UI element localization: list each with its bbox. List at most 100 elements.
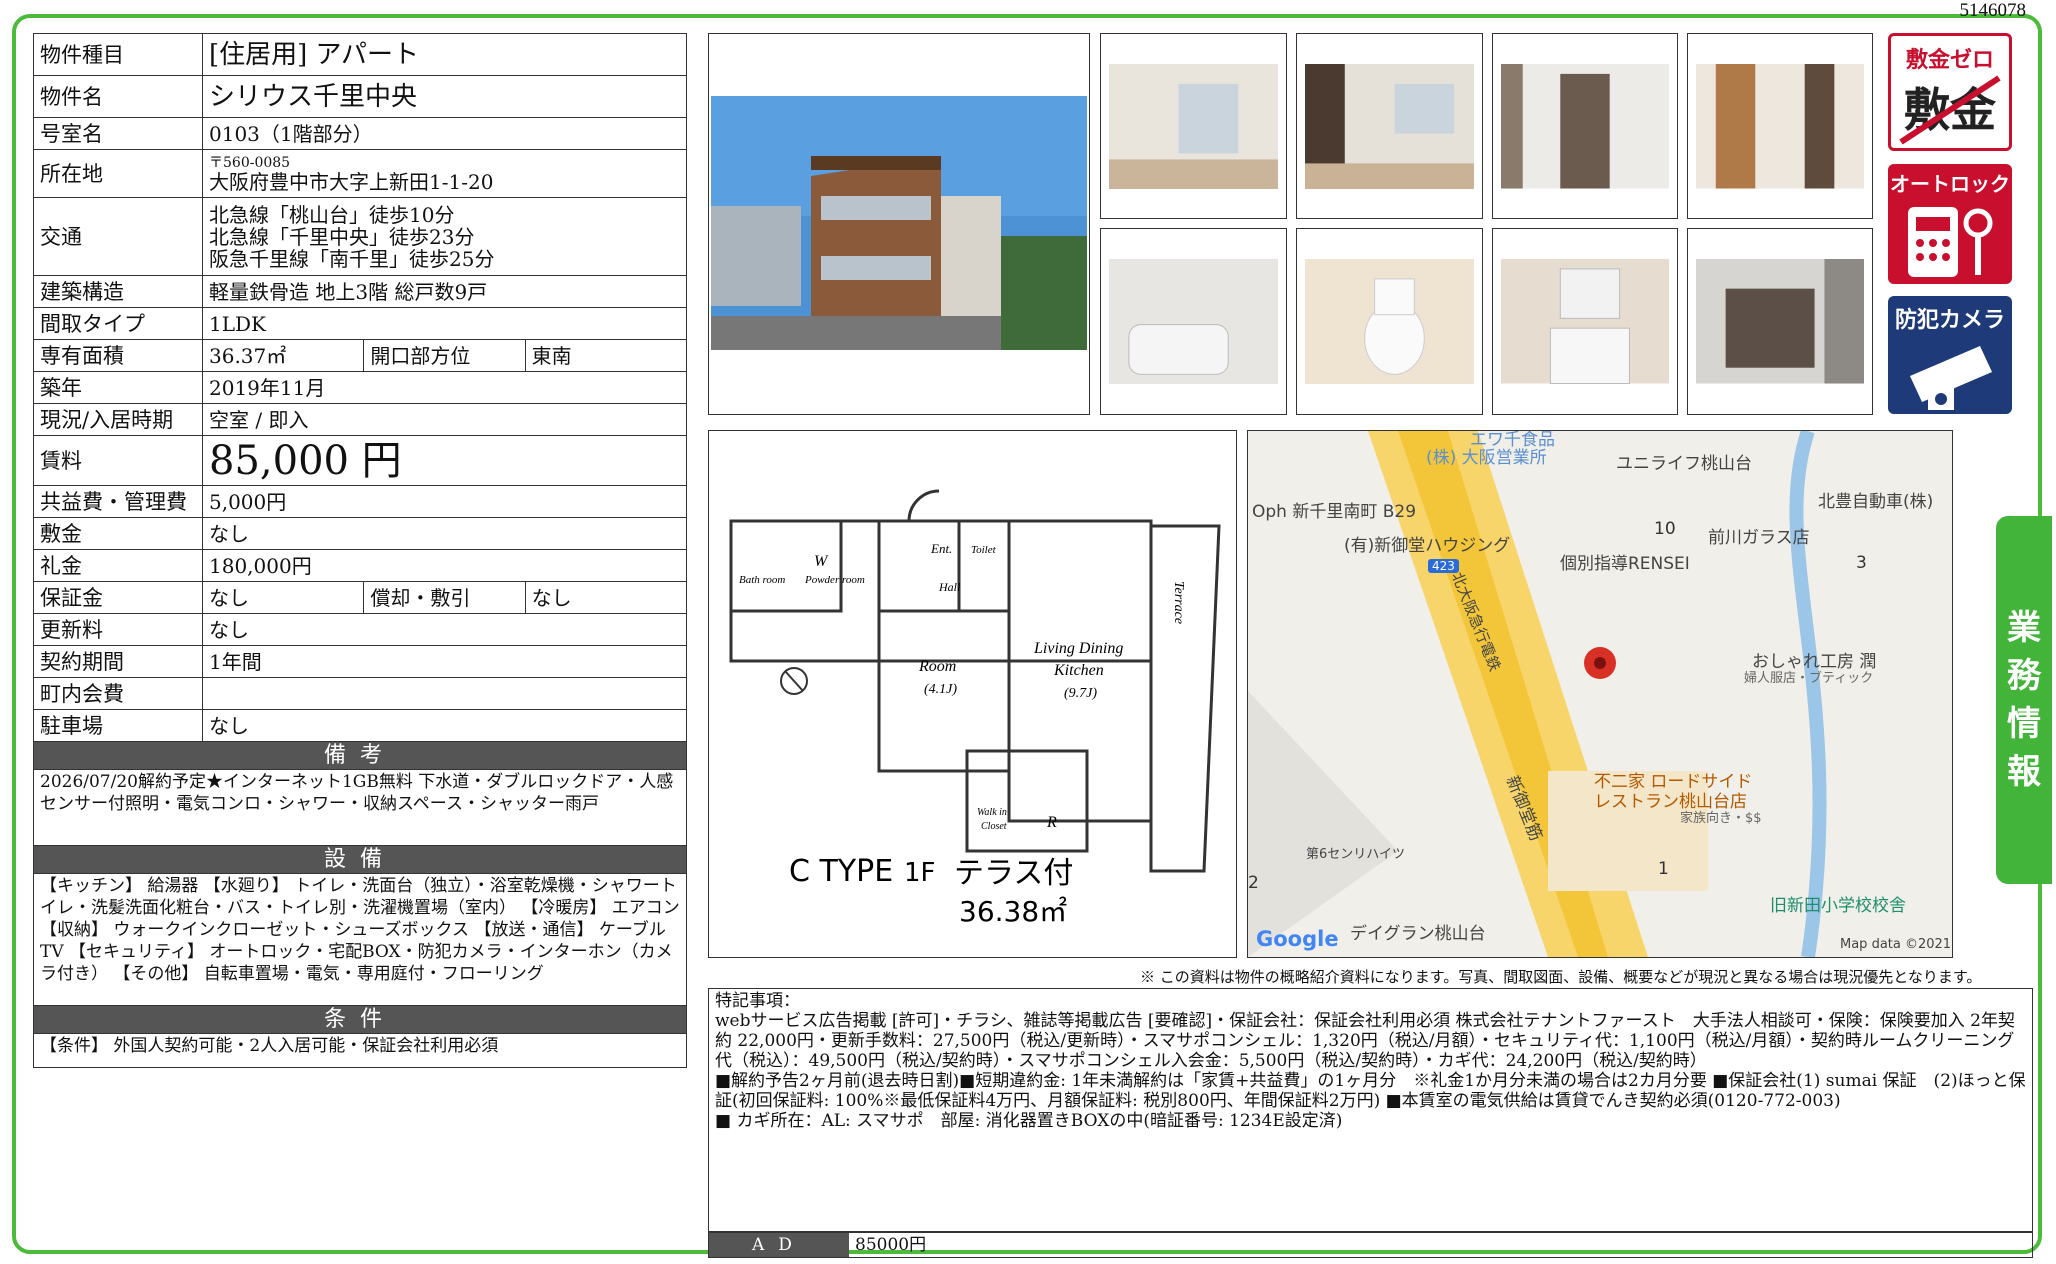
map-label-q: デイグラン桃山台 (1350, 924, 1486, 944)
map-credit: Map data ©2021 (1840, 937, 1952, 952)
map-label-f: (有)新御堂ハウジング (1344, 536, 1511, 556)
fp-r: R (1046, 814, 1057, 831)
side-tab-char-2: 務 (2007, 656, 2041, 696)
photo-entrance (1687, 33, 1873, 219)
label-parking: 駐車場 (33, 709, 203, 742)
camera-icon (1910, 346, 1992, 410)
badge-deposit-zero: 敷金ゼロ 敷金 (1888, 33, 2012, 151)
label-name: 物件名 (33, 75, 203, 118)
business-info-tab[interactable]: 業 務 情 報 (1996, 516, 2052, 884)
label-renewal: 更新料 (33, 613, 203, 646)
fp-ldk-2: Kitchen (1053, 662, 1104, 679)
map-num-2: 2 (1248, 873, 1259, 893)
floor-plan: Bath room Powder room W Ent. Toilet Hall… (708, 430, 1237, 958)
bathroom-image (1109, 259, 1278, 385)
map-label-e: 北豊自動車(株) (1818, 492, 1934, 512)
value-fee: 5,000円 (202, 485, 687, 518)
value-name: シリウス千里中央 (202, 75, 687, 118)
ad-value: 85000円 (855, 1235, 927, 1255)
value-address: 〒560-0085 大阪府豊中市大字上新田1-1-20 (202, 149, 687, 198)
label-rent: 賃料 (33, 435, 203, 486)
label-guarantee: 保証金 (33, 581, 203, 614)
badge-zero-top: 敷金ゼロ (1905, 48, 1994, 73)
value-term: 1年間 (202, 645, 687, 678)
badge-autolock-label: オートロック (1890, 172, 2010, 196)
value-room: 0103（1階部分） (202, 117, 687, 150)
entrance-image (1696, 64, 1864, 189)
map-label-o: 家族向き・$$ (1680, 811, 1762, 826)
room-image-2 (1305, 64, 1474, 190)
map-google-logo: Google (1256, 927, 1339, 951)
fp-floor: 1F (904, 858, 936, 888)
map-label-c: ユニライフ桃山台 (1616, 454, 1752, 474)
value-area: 36.37㎡ (201, 339, 365, 372)
label-layout: 間取タイプ (33, 307, 203, 340)
label-built: 築年 (33, 371, 203, 404)
room-image-1 (1109, 64, 1278, 190)
fp-w: W (814, 553, 829, 570)
remarks-header: 備考 (33, 741, 687, 770)
map-label-r: 旧新田小学校校舎 (1770, 896, 1906, 916)
address-text: 大阪府豊中市大字上新田1-1-20 (209, 169, 494, 194)
label-address: 所在地 (33, 149, 203, 198)
property-spec-table: 物件種目 [住居用] アパート 物件名 シリウス千里中央 号室名 0103（1階… (33, 33, 688, 1068)
map-route-badge: 423 (1428, 559, 1459, 573)
fp-area: 36.38㎡ (959, 895, 1067, 928)
badge-autolock: オートロック (1888, 164, 2012, 284)
label-type: 物件種目 (33, 33, 203, 76)
badge-security-camera: 防犯カメラ (1888, 296, 2012, 414)
value-key-money: 180,000円 (202, 549, 687, 582)
label-deposit: 敷金 (33, 517, 203, 550)
fp-toilet: Toilet (971, 544, 997, 556)
map-label-d: Oph 新千里南町 B29 (1252, 502, 1417, 522)
map-num-10: 10 (1654, 519, 1676, 539)
value-status: 空室 / 即入 (202, 403, 687, 436)
map-label-p: 第6センリハイツ (1306, 847, 1406, 862)
fp-closet-2: Closet (981, 821, 1007, 832)
photo-exterior (708, 33, 1090, 415)
value-built: 2019年11月 (202, 371, 687, 404)
fp-terrace-vertical: Terrace (1171, 581, 1186, 624)
washroom-image (1501, 259, 1669, 384)
fp-closet-1: Walk in (977, 807, 1007, 818)
value-access: 北急線「桃山台」徒歩10分 北急線「千里中央」徒歩23分 阪急千里線「南千里」徒… (202, 197, 687, 276)
exterior-image (711, 96, 1087, 350)
label-amortization: 償却・敷引 (363, 581, 526, 614)
value-layout: 1LDK (202, 307, 687, 340)
fp-powder: Powder room (804, 574, 865, 586)
label-fee: 共益費・管理費 (33, 485, 203, 518)
lock-icon (1908, 207, 1993, 277)
floor-plan-drawing: Bath room Powder room W Ent. Toilet Hall… (729, 489, 1221, 928)
label-key-money: 礼金 (33, 549, 203, 582)
toilet-image (1305, 259, 1474, 385)
fp-bath: Bath room (739, 574, 785, 586)
map-label-b: (株) 大阪営業所 (1426, 448, 1547, 468)
photo-room-1 (1100, 33, 1287, 219)
terrace-image (1696, 259, 1864, 384)
special-notes-line-3: ■ カギ所在：AL: スマサポ 部屋: 消化器置きBOXの中(暗証番号: 123… (715, 1111, 1343, 1131)
photo-bathroom (1100, 228, 1287, 415)
label-structure: 建築構造 (33, 275, 203, 308)
value-amortization: なし (524, 581, 688, 614)
fp-room: Room (918, 658, 956, 675)
label-direction: 開口部方位 (363, 339, 526, 372)
value-structure: 軽量鉄骨造 地上3階 総戸数9戸 (202, 275, 687, 308)
ad-row: AD 85000円 (708, 1232, 2033, 1258)
conditions-header: 条件 (33, 1005, 687, 1034)
fp-type-label: C TYPE (789, 854, 893, 889)
fp-terrace-label: テラス付 (954, 856, 1073, 891)
special-notes-title: 特記事項： (715, 991, 800, 1011)
value-guarantee: なし (201, 581, 365, 614)
map-label-g: 前川ガラス店 (1708, 528, 1810, 548)
special-notes: 特記事項： webサービス広告掲載 [許可]・チラシ、雑誌等掲載広告 [要確認]… (708, 988, 2033, 1232)
location-map[interactable]: エワ千食品 (株) 大阪営業所 ユニライフ桃山台 Oph 新千里南町 B29 北… (1247, 430, 1953, 958)
label-area: 専有面積 (33, 339, 203, 372)
remarks-text: 2026/07/20解約予定★インターネット1GB無料 下水道・ダブルロックドア… (33, 769, 687, 846)
map-num-3: 3 (1856, 553, 1867, 573)
badge-camera-label: 防犯カメラ (1894, 308, 2005, 333)
hallway-image (1501, 64, 1669, 189)
value-town-fee (202, 677, 687, 710)
label-access: 交通 (33, 197, 203, 276)
value-direction: 東南 (524, 339, 688, 372)
special-notes-line-2: ■解約予告2ヶ月前(退去時日割)■短期違約金: 1年未満解約は「家賃+共益費」の… (715, 1071, 2026, 1111)
